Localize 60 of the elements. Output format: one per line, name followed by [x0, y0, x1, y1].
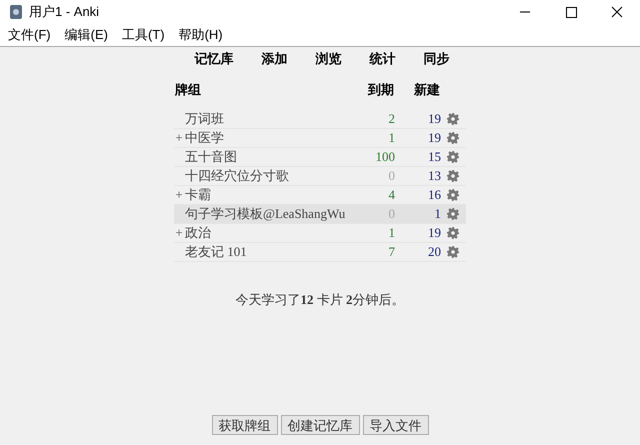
- study-summary: 今天学习了12 卡片 2分钟后。: [236, 291, 404, 309]
- action-button[interactable]: 导入文件: [362, 415, 428, 435]
- gear-icon[interactable]: [447, 113, 459, 125]
- new-count: 13: [428, 168, 441, 184]
- deck-name[interactable]: 十四经穴位分寸歌: [185, 168, 289, 184]
- toolbar-link[interactable]: 同步: [424, 48, 450, 68]
- deck-name[interactable]: 中医学: [185, 130, 224, 146]
- action-button[interactable]: 获取牌组: [212, 415, 278, 435]
- toolbar-link[interactable]: 统计: [370, 48, 396, 68]
- deck-name[interactable]: 老友记 101: [185, 244, 247, 260]
- deck-name[interactable]: 政治: [185, 225, 211, 240]
- menu-item[interactable]: 工具(T): [122, 25, 165, 45]
- toolbar-link[interactable]: 浏览: [316, 48, 342, 68]
- toolbar-link[interactable]: 添加: [262, 48, 288, 68]
- deck-name[interactable]: 万词班: [185, 111, 224, 126]
- action-button[interactable]: 创建记忆库: [280, 415, 360, 435]
- deck-row[interactable]: 老友记 101 7 20: [174, 243, 466, 262]
- deck-name[interactable]: 五十音图: [185, 149, 237, 164]
- deck-row[interactable]: + 政治 1 19: [174, 224, 466, 243]
- gear-icon[interactable]: [447, 227, 459, 239]
- toolbar-link[interactable]: 记忆库: [194, 48, 234, 68]
- new-count: 15: [428, 149, 441, 164]
- menu-item[interactable]: 编辑(E): [64, 25, 108, 45]
- due-count: 7: [388, 244, 395, 260]
- due-count: 100: [376, 149, 395, 164]
- app-icon: [9, 4, 23, 20]
- new-count: 20: [428, 244, 441, 260]
- due-count: 0: [388, 206, 395, 222]
- deck-row[interactable]: 十四经穴位分寸歌 0 13: [174, 167, 466, 186]
- gear-icon[interactable]: [447, 208, 459, 220]
- due-count: 0: [388, 168, 395, 184]
- expand-toggle[interactable]: +: [174, 223, 184, 243]
- deck-row[interactable]: 五十音图 100 15: [174, 148, 466, 167]
- new-count: 19: [428, 130, 441, 146]
- gear-icon[interactable]: [447, 132, 459, 144]
- deck-row[interactable]: + 中医学 1 19: [174, 129, 466, 148]
- gear-icon[interactable]: [447, 151, 459, 163]
- due-count: 2: [388, 111, 395, 126]
- new-count: 19: [428, 111, 441, 126]
- due-count: 1: [388, 130, 395, 146]
- expand-toggle[interactable]: +: [174, 128, 184, 148]
- deck-name[interactable]: 卡霸: [185, 187, 211, 202]
- new-count: 16: [428, 187, 441, 202]
- gear-icon[interactable]: [447, 189, 459, 201]
- menu-item[interactable]: 帮助(H): [178, 25, 223, 45]
- new-count: 1: [434, 206, 441, 222]
- deck-row[interactable]: 万词班 2 19: [174, 110, 466, 129]
- column-header: 牌组: [174, 81, 202, 100]
- gear-icon[interactable]: [447, 170, 459, 182]
- new-count: 19: [428, 225, 441, 240]
- deck-row[interactable]: 句子学习模板@LeaShangWu 0 1: [174, 205, 466, 224]
- gear-icon[interactable]: [447, 246, 459, 258]
- deck-name[interactable]: 句子学习模板@LeaShangWu: [185, 206, 346, 222]
- due-count: 4: [388, 187, 395, 202]
- expand-toggle[interactable]: +: [174, 185, 184, 205]
- column-header: 新建: [413, 81, 440, 100]
- due-count: 1: [388, 225, 395, 240]
- column-header: 到期: [366, 81, 394, 100]
- menu-item[interactable]: 文件(F): [8, 25, 51, 45]
- window-title: 用户1 - Anki: [29, 3, 100, 22]
